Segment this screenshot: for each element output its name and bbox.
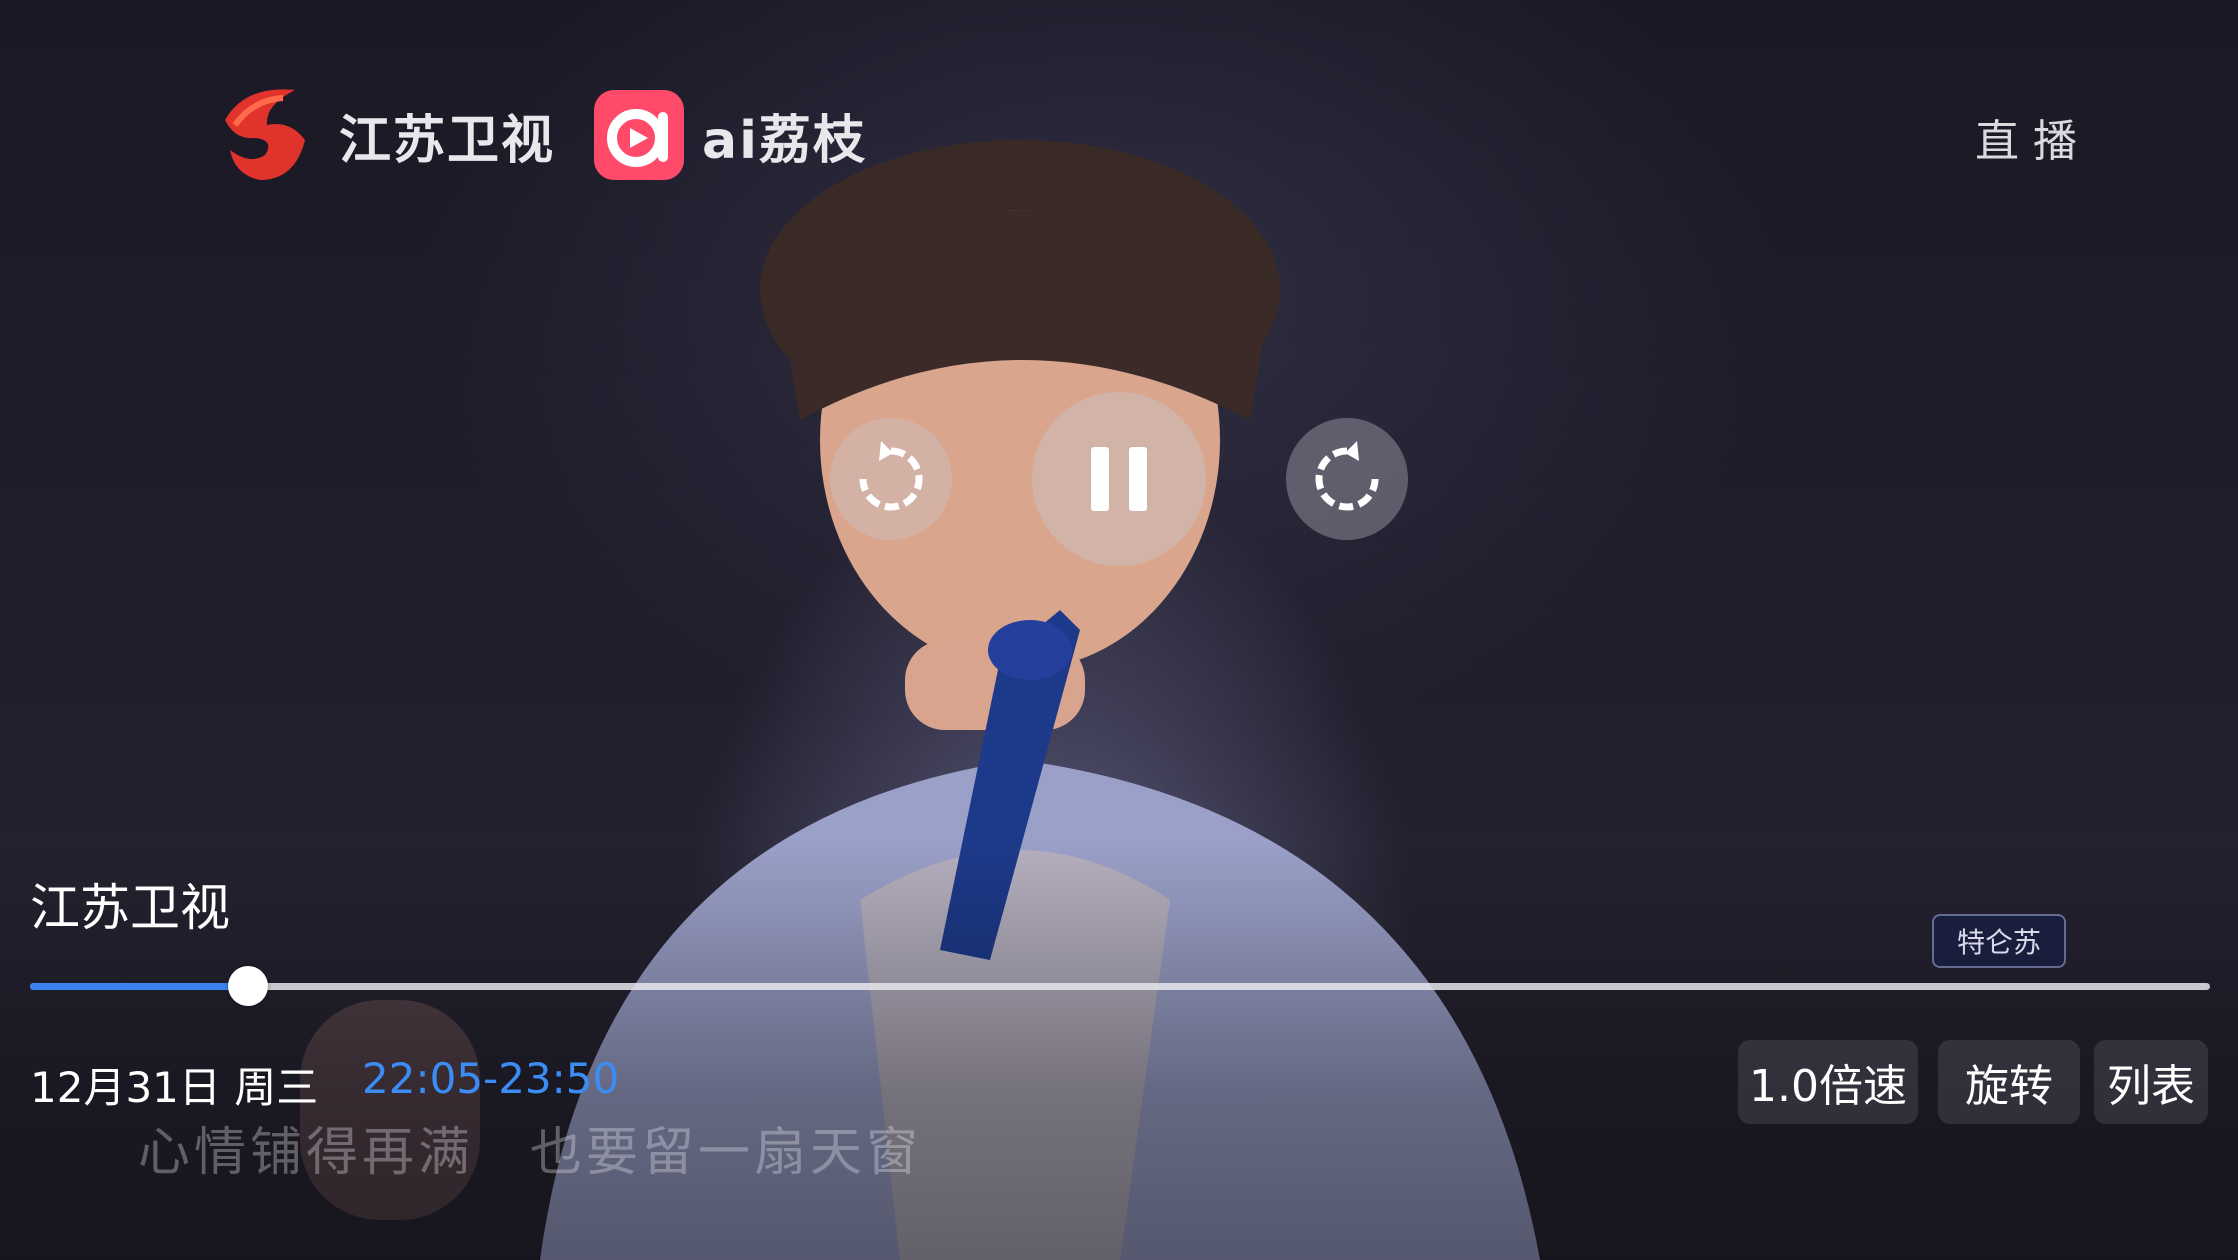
program-date: 12月31日 周三	[30, 1063, 319, 1112]
pause-button[interactable]	[1032, 392, 1206, 566]
forward-icon	[1315, 441, 1379, 511]
subtitle-text: 心情铺得再满 也要留一扇天窗	[138, 1123, 923, 1183]
rotate-button[interactable]: 旋转	[1938, 1040, 2080, 1124]
show-badge: 特仑苏	[1932, 914, 2066, 968]
rewind-button[interactable]	[830, 418, 952, 540]
progress-bar[interactable]	[30, 966, 2210, 1006]
speed-button[interactable]: 1.0倍速	[1738, 1040, 1918, 1124]
litchi-app-icon	[594, 90, 684, 180]
channel-logo: 江苏卫视	[205, 80, 555, 190]
program-time-range: 22:05-23:50	[362, 1054, 620, 1103]
progress-fill	[30, 983, 248, 990]
app-logo-text: ai荔枝	[702, 110, 867, 171]
channel-name: 江苏卫视	[30, 879, 230, 937]
list-button[interactable]: 列表	[2094, 1040, 2208, 1124]
pause-icon	[1091, 447, 1147, 511]
live-label: 直播	[1975, 116, 2091, 167]
forward-button[interactable]	[1286, 418, 1408, 540]
jiangsu-tv-logo-icon	[225, 89, 305, 180]
channel-logo-text: 江苏卫视	[339, 110, 556, 171]
rewind-icon	[859, 441, 923, 511]
progress-thumb[interactable]	[228, 966, 268, 1006]
app-logo: ai荔枝	[594, 90, 867, 180]
